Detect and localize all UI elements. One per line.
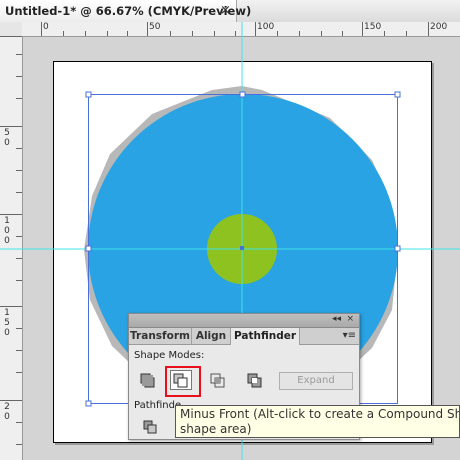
selection-handle[interactable] bbox=[85, 91, 92, 98]
selection-center-point bbox=[240, 246, 244, 250]
unite-button[interactable] bbox=[137, 370, 159, 390]
minus-front-tooltip: Minus Front (Alt-click to create a Compo… bbox=[175, 405, 460, 438]
selection-handle[interactable] bbox=[239, 91, 246, 98]
exclude-button[interactable] bbox=[244, 370, 266, 390]
tab-align[interactable]: Align bbox=[192, 328, 231, 344]
divide-button[interactable] bbox=[141, 418, 163, 438]
intersect-icon bbox=[210, 373, 225, 388]
selection-handle[interactable] bbox=[85, 245, 92, 252]
selection-handle[interactable] bbox=[394, 245, 401, 252]
selection-handle[interactable] bbox=[85, 400, 92, 407]
collapse-panel-icon[interactable]: ◂◂ bbox=[332, 314, 341, 324]
selection-handle[interactable] bbox=[394, 91, 401, 98]
exclude-icon bbox=[247, 373, 262, 388]
panel-tab-strip: Transform Align Pathfinder ▾≡ bbox=[129, 328, 359, 345]
panel-menu-icon[interactable]: ▾≡ bbox=[343, 330, 356, 341]
expand-button[interactable]: Expand bbox=[279, 372, 353, 390]
shape-modes-label: Shape Modes: bbox=[134, 350, 205, 361]
unite-icon bbox=[140, 373, 155, 388]
intersect-button[interactable] bbox=[207, 370, 229, 390]
close-panel-icon[interactable]: × bbox=[346, 314, 354, 324]
tab-transform[interactable]: Transform bbox=[129, 328, 192, 344]
tab-pathfinder[interactable]: Pathfinder bbox=[231, 328, 300, 345]
panel-title-bar[interactable]: ◂◂ × bbox=[129, 314, 359, 328]
minus-front-highlight bbox=[165, 366, 201, 397]
divide-icon bbox=[143, 420, 157, 434]
tooltip-line-1: Minus Front (Alt-click to create a Compo… bbox=[180, 407, 460, 421]
tooltip-line-2: shape area) bbox=[180, 422, 252, 436]
